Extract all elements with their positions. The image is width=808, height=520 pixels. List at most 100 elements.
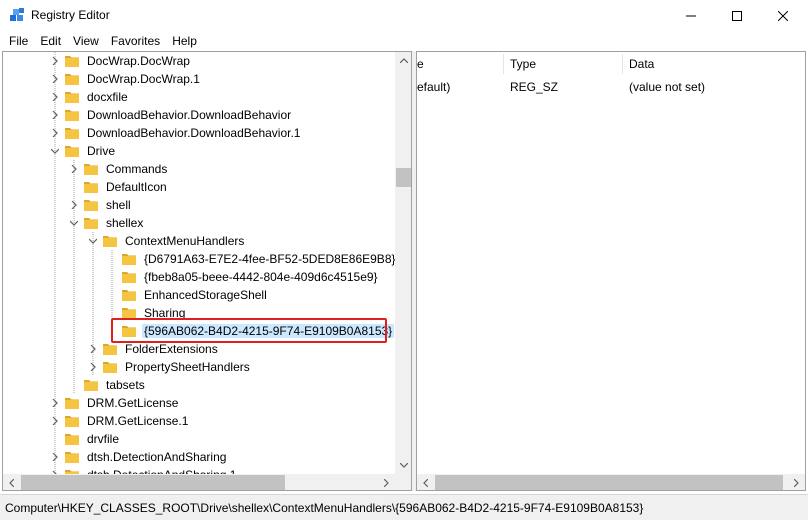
chevron-right-icon[interactable]: [51, 417, 59, 425]
tree-node[interactable]: DRM.GetLicense: [3, 394, 395, 412]
chevron-down-icon[interactable]: [51, 147, 59, 155]
folder-icon: [122, 254, 136, 265]
horizontal-scroll-thumb[interactable]: [21, 475, 285, 490]
chevron-right-icon[interactable]: [51, 93, 59, 101]
maximize-icon: [732, 10, 742, 21]
column-header-type[interactable]: Type: [510, 52, 536, 76]
tree-node-label: drvfile: [87, 432, 120, 446]
scroll-left-button[interactable]: [417, 474, 434, 490]
column-separator[interactable]: [622, 54, 623, 74]
tree-node[interactable]: shell: [3, 196, 395, 214]
tree-node-label: Drive: [87, 144, 116, 158]
tree-node[interactable]: FolderExtensions: [3, 340, 395, 358]
folder-icon: [65, 74, 79, 85]
registry-editor-icon: [9, 7, 25, 23]
scroll-up-button[interactable]: [395, 52, 411, 69]
value-name: efault): [417, 80, 451, 94]
folder-icon: [103, 344, 117, 355]
tree-vertical-scrollbar[interactable]: [395, 52, 411, 474]
minimize-button[interactable]: [668, 0, 714, 31]
menu-view[interactable]: View: [67, 32, 105, 50]
menu-file[interactable]: File: [3, 32, 34, 50]
tree-node[interactable]: DRM.GetLicense.1: [3, 412, 395, 430]
tree-node[interactable]: {fbeb8a05-beee-4442-804e-409d6c4515e9}: [3, 268, 395, 286]
tree-pane: DocWrap.DocWrap DocWrap.DocWrap.1 docxfile…: [2, 51, 412, 491]
tree-node[interactable]: DownloadBehavior.DownloadBehavior: [3, 106, 395, 124]
tree-node[interactable]: EnhancedStorageShell: [3, 286, 395, 304]
tree-node[interactable]: {596AB062-B4D2-4215-9F74-E9109B0A8153}: [3, 322, 395, 340]
chevron-right-icon[interactable]: [51, 399, 59, 407]
tree-node[interactable]: Drive: [3, 142, 395, 160]
status-path: Computer\HKEY_CLASSES_ROOT\Drive\shellex…: [5, 501, 644, 515]
tree-horizontal-scrollbar[interactable]: [3, 474, 395, 490]
chevron-right-icon[interactable]: [70, 165, 78, 173]
values-horizontal-scrollbar[interactable]: [417, 474, 805, 490]
chevron-right-icon: [384, 478, 389, 487]
close-button[interactable]: [760, 0, 806, 31]
tree-node-label: DownloadBehavior.DownloadBehavior.1: [87, 126, 301, 140]
folder-icon: [122, 272, 136, 283]
tree-node[interactable]: dtsh.DetectionAndSharing.1: [3, 466, 395, 474]
vertical-scroll-thumb[interactable]: [396, 168, 411, 187]
tree-node[interactable]: shellex: [3, 214, 395, 232]
tree-node-label: shell: [106, 198, 131, 212]
chevron-right-icon[interactable]: [70, 201, 78, 209]
chevron-right-icon[interactable]: [51, 453, 59, 461]
menu-edit[interactable]: Edit: [34, 32, 67, 50]
tree-node[interactable]: dtsh.DetectionAndSharing: [3, 448, 395, 466]
column-header-name[interactable]: e: [417, 52, 424, 76]
folder-icon: [122, 308, 136, 319]
column-separator[interactable]: [503, 54, 504, 74]
chevron-right-icon[interactable]: [89, 345, 97, 353]
close-icon: [778, 10, 788, 21]
folder-icon: [65, 92, 79, 103]
tree-node-label: Commands: [106, 162, 168, 176]
tree-node[interactable]: DocWrap.DocWrap: [3, 52, 395, 70]
values-pane: e Type Data efault) REG_SZ (value not se…: [416, 51, 806, 491]
registry-tree: DocWrap.DocWrap DocWrap.DocWrap.1 docxfile…: [3, 52, 395, 474]
chevron-down-icon: [399, 463, 408, 468]
chevron-right-icon[interactable]: [51, 129, 59, 137]
folder-icon: [122, 326, 136, 337]
column-header-data[interactable]: Data: [629, 52, 654, 76]
tree-node[interactable]: Sharing: [3, 304, 395, 322]
chevron-right-icon[interactable]: [51, 75, 59, 83]
tree-node[interactable]: {D6791A63-E7E2-4fee-BF52-5DED8E86E9B8}: [3, 250, 395, 268]
tree-node-label: FolderExtensions: [125, 342, 218, 356]
chevron-right-icon[interactable]: [51, 57, 59, 65]
folder-icon: [84, 182, 98, 193]
scroll-left-button[interactable]: [3, 474, 20, 490]
folder-icon: [65, 56, 79, 67]
folder-icon: [65, 110, 79, 121]
value-row[interactable]: efault) REG_SZ (value not set): [417, 78, 805, 96]
tree-node[interactable]: DefaultIcon: [3, 178, 395, 196]
tree-node-label: DRM.GetLicense: [87, 396, 179, 410]
value-data: (value not set): [629, 80, 706, 94]
scroll-right-button[interactable]: [788, 474, 805, 490]
menu-favorites[interactable]: Favorites: [105, 32, 166, 50]
chevron-right-icon[interactable]: [51, 111, 59, 119]
menu-help[interactable]: Help: [166, 32, 203, 50]
scroll-right-button[interactable]: [378, 474, 395, 490]
scroll-down-button[interactable]: [395, 457, 411, 474]
menu-bar: File Edit View Favorites Help: [0, 31, 808, 51]
horizontal-scroll-thumb[interactable]: [435, 475, 783, 490]
folder-icon: [65, 452, 79, 463]
tree-node[interactable]: DocWrap.DocWrap.1: [3, 70, 395, 88]
title-bar: Registry Editor: [0, 0, 808, 31]
tree-node-label: DocWrap.DocWrap: [87, 54, 190, 68]
tree-node[interactable]: PropertySheetHandlers: [3, 358, 395, 376]
tree-node[interactable]: tabsets: [3, 376, 395, 394]
tree-node[interactable]: ContextMenuHandlers: [3, 232, 395, 250]
chevron-down-icon[interactable]: [89, 237, 97, 245]
folder-icon: [65, 146, 79, 157]
tree-node[interactable]: docxfile: [3, 88, 395, 106]
maximize-button[interactable]: [714, 0, 760, 31]
chevron-down-icon[interactable]: [70, 219, 78, 227]
tree-node-label: PropertySheetHandlers: [125, 360, 250, 374]
chevron-right-icon[interactable]: [89, 363, 97, 371]
tree-node[interactable]: DownloadBehavior.DownloadBehavior.1: [3, 124, 395, 142]
tree-node[interactable]: drvfile: [3, 430, 395, 448]
tree-node-label: DownloadBehavior.DownloadBehavior: [87, 108, 292, 122]
tree-node[interactable]: Commands: [3, 160, 395, 178]
